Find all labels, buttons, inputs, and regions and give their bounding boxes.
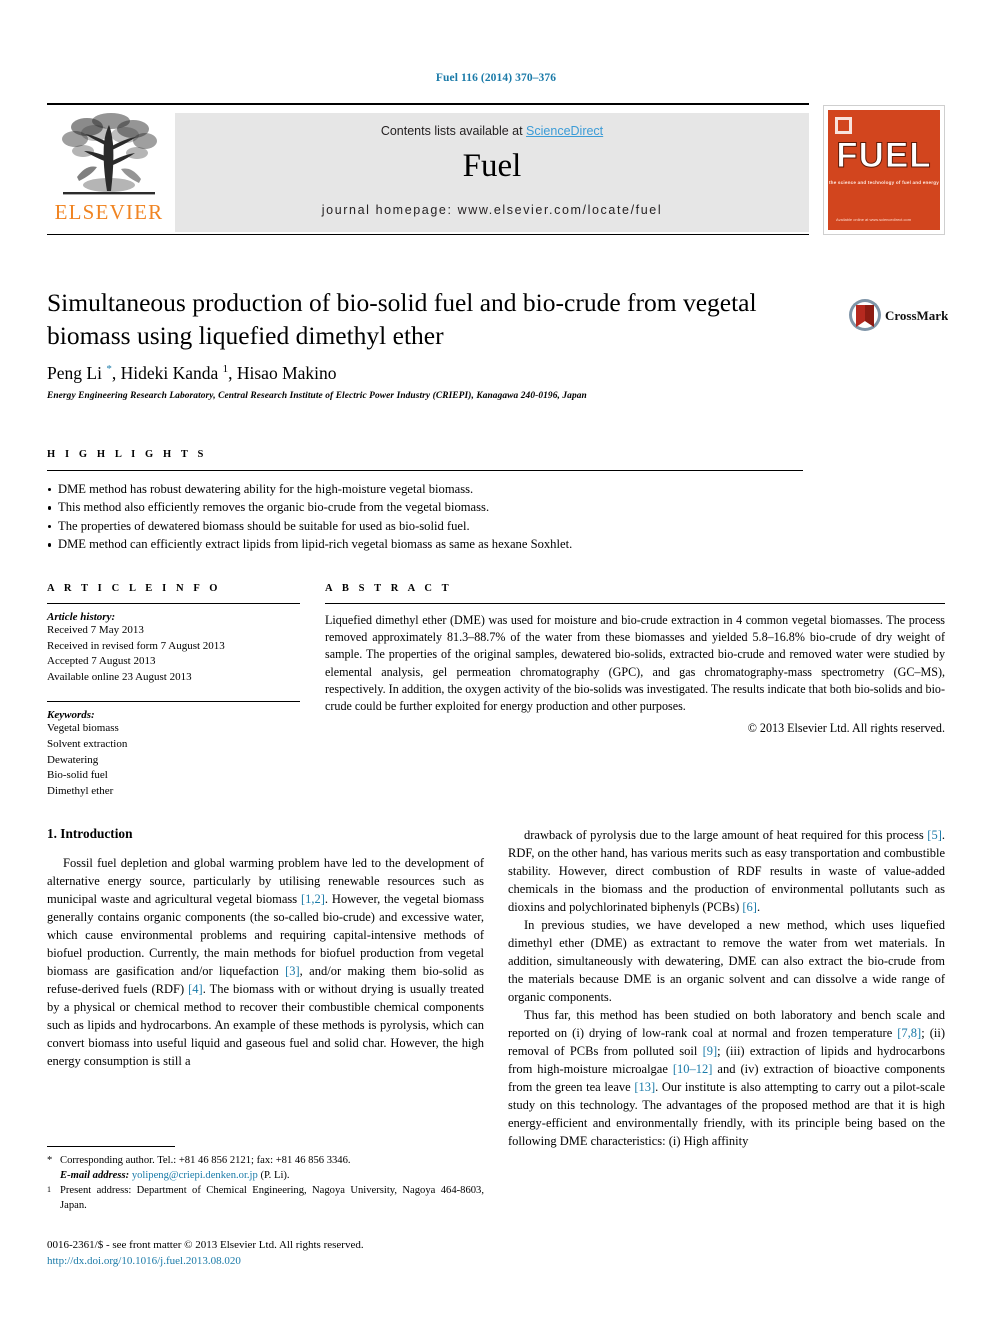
contents-prefix: Contents lists available at [380,124,527,138]
title-block: Simultaneous production of bio-solid fue… [47,287,837,401]
footnote-present-address: 1 Present address: Department of Chemica… [47,1183,484,1213]
abstract-section: A B S T R A C T Liquefied dimethyl ether… [325,583,945,736]
keywords-label: Keywords: [47,709,95,722]
footnote-corresponding-text: Corresponding author. Tel.: +81 46 856 2… [60,1155,351,1166]
cover-subtitle: the science and technology of fuel and e… [828,180,940,185]
abstract-copyright: © 2013 Elsevier Ltd. All rights reserved… [747,721,945,736]
history-item: Accepted 7 August 2013 [47,655,156,668]
keyword-item: Dimethyl ether [47,784,114,797]
author-list: Peng Li *, Hideki Kanda 1, Hisao Makino [47,363,337,384]
paragraph: Fossil fuel depletion and global warming… [47,856,484,1068]
keyword-item: Dewatering [47,753,99,766]
journal-cover-thumbnail[interactable]: FUEL the science and technology of fuel … [823,105,945,235]
svg-text:CrossMark: CrossMark [885,308,948,323]
email-link[interactable]: yolipeng@criepi.denken.or.jp [132,1170,258,1181]
highlights-list: DME method has robust dewatering ability… [47,480,803,554]
page-title: Simultaneous production of bio-solid fue… [47,288,757,350]
highlights-section: H I G H L I G H T S DME method has robus… [47,449,803,554]
footnote-marker-asterisk: * [47,1155,53,1166]
highlights-label: H I G H L I G H T S [47,449,207,460]
keyword-item: Solvent extraction [47,738,128,751]
keywords-rule [47,701,300,703]
elsevier-tree-icon [62,113,157,195]
footnote-marker-one: 1 [47,1185,51,1195]
list-item: DME method can efficiently extract lipid… [47,535,803,553]
masthead-bottom-rule [47,234,809,235]
crossmark-badge[interactable]: CrossMark [848,292,948,338]
footnote-present-address-text: Present address: Department of Chemical … [60,1185,484,1212]
abstract-label: A B S T R A C T [325,583,453,594]
crossmark-icon: CrossMark [849,299,948,331]
section-heading-introduction: 1. Introduction [47,826,133,841]
history-item: Available online 23 August 2013 [47,670,192,683]
footnote-email: E-mail address: yolipeng@criepi.denken.o… [47,1168,484,1183]
journal-title: Fuel [462,148,522,184]
journal-cover-art: FUEL the science and technology of fuel … [828,110,940,230]
paragraph: drawback of pyrolysis due to the large a… [508,828,945,914]
article-info-section: A R T I C L E I N F O Article history: R… [47,583,300,799]
contents-available-line: Contents lists available at ScienceDirec… [175,124,809,138]
issn-copyright-line: 0016-2361/$ - see front matter © 2013 El… [47,1239,364,1251]
list-item: This method also efficiently removes the… [47,498,803,516]
cover-footer: Available online at www.sciencedirect.co… [836,217,912,222]
body-column-right: drawback of pyrolysis due to the large a… [508,826,945,1150]
running-head: Fuel 116 (2014) 370–376 [435,72,557,84]
cover-title: FUEL [836,136,932,175]
article-history-label: Article history: [47,611,116,623]
journal-banner: Contents lists available at ScienceDirec… [175,113,809,232]
footnote-corresponding-author: * Corresponding author. Tel.: +81 46 856… [47,1153,484,1168]
article-info-label: A R T I C L E I N F O [47,583,222,594]
elsevier-logo: ELSEVIER [47,113,171,235]
history-item: Received 7 May 2013 [47,624,144,636]
list-item: DME method has robust dewatering ability… [47,480,803,498]
article-info-rule [47,603,300,604]
abstract-rule [325,603,945,604]
doi-link[interactable]: http://dx.doi.org/10.1016/j.fuel.2013.08… [47,1254,517,1270]
footnotes-section: * Corresponding author. Tel.: +81 46 856… [47,1146,484,1213]
imprint-block: 0016-2361/$ - see front matter © 2013 El… [47,1238,517,1270]
highlights-rule [47,470,803,471]
journal-homepage[interactable]: journal homepage: www.elsevier.com/locat… [175,203,809,217]
history-item: Received in revised form 7 August 2013 [47,639,225,652]
list-item: The properties of dewatered biomass shou… [47,517,803,535]
footnote-rule [47,1146,175,1147]
journal-masthead: ELSEVIER Contents lists available at Sci… [47,103,945,235]
email-suffix: (P. Li). [260,1170,290,1182]
elsevier-wordmark: ELSEVIER [54,200,164,224]
paragraph: In previous studies, we have developed a… [508,918,945,1004]
article-page: Fuel 116 (2014) 370–376 ELSEVIER Content… [0,0,992,1323]
paragraph: Thus far, this method has been studied o… [508,1008,945,1148]
abstract-text: Liquefied dimethyl ether (DME) was used … [325,613,946,713]
keyword-item: Vegetal biomass [47,722,119,735]
masthead-top-rule [47,103,809,105]
affiliation: Energy Engineering Research Laboratory, … [47,391,587,402]
body-column-left: 1. Introduction Fossil fuel depletion an… [47,826,484,1070]
keyword-item: Bio-solid fuel [47,769,108,782]
sciencedirect-link[interactable]: ScienceDirect [526,124,603,138]
email-label: E-mail address: [60,1170,130,1182]
elsevier-mark-icon [835,117,852,134]
